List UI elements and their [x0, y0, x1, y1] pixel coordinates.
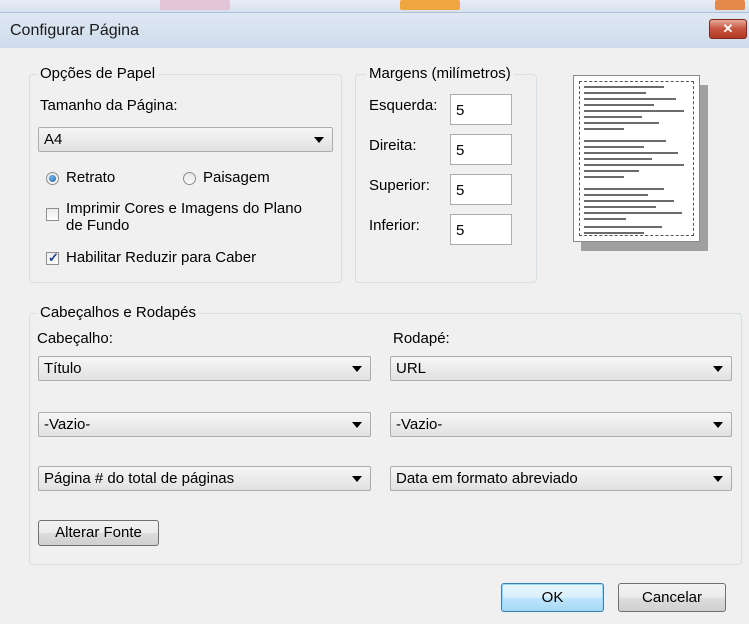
checkmark-icon: ✓ [48, 250, 59, 265]
print-background-checkbox[interactable] [46, 208, 59, 221]
margin-right-input[interactable]: 5 [450, 134, 512, 165]
header-select-2[interactable]: -Vazio- [38, 412, 371, 437]
header-select-1-value: Título [44, 360, 82, 377]
margin-top-value: 5 [456, 182, 465, 199]
close-icon: ✕ [722, 21, 734, 36]
ok-label: OK [541, 589, 564, 606]
footer-select-3[interactable]: Data em formato abreviado [390, 466, 732, 491]
footer-select-1[interactable]: URL [390, 356, 732, 381]
shrink-to-fit-label[interactable]: Habilitar Reduzir para Caber [66, 249, 256, 266]
header-select-3[interactable]: Página # do total de páginas [38, 466, 371, 491]
margin-right-value: 5 [456, 142, 465, 159]
paper-options-legend: Opções de Papel [37, 65, 159, 82]
background-tab [160, 0, 230, 10]
chevron-down-icon [352, 476, 362, 482]
page-preview-icon [573, 75, 700, 242]
margin-right-label: Direita: [369, 137, 417, 154]
footer-select-1-value: URL [396, 360, 427, 377]
margin-left-value: 5 [456, 102, 465, 119]
chevron-down-icon [713, 476, 723, 482]
print-background-label-line2: de Fundo [66, 217, 130, 234]
landscape-radio[interactable] [183, 172, 196, 185]
ok-button[interactable]: OK [501, 583, 604, 612]
margin-top-label: Superior: [369, 177, 430, 194]
portrait-radio[interactable] [46, 172, 59, 185]
margin-bottom-label: Inferior: [369, 217, 420, 234]
change-font-label: Alterar Fonte [55, 524, 142, 541]
footer-label: Rodapé: [393, 330, 450, 347]
close-button[interactable]: ✕ [709, 19, 747, 39]
portrait-label[interactable]: Retrato [66, 169, 115, 186]
margin-top-input[interactable]: 5 [450, 174, 512, 205]
margin-left-label: Esquerda: [369, 97, 438, 114]
print-background-label[interactable]: Imprimir Cores e Imagens do Plano de Fun… [66, 200, 302, 234]
background-window-strip [0, 0, 749, 12]
chevron-down-icon [314, 137, 324, 143]
header-select-1[interactable]: Título [38, 356, 371, 381]
background-highlight [400, 0, 460, 10]
headers-footers-legend: Cabeçalhos e Rodapés [37, 304, 199, 321]
margin-bottom-value: 5 [456, 222, 465, 239]
footer-select-2-value: -Vazio- [396, 416, 443, 433]
dialog-body: Opções de Papel Tamanho da Página: A4 Re… [0, 48, 749, 624]
margin-bottom-input[interactable]: 5 [450, 214, 512, 245]
page-size-label: Tamanho da Página: [40, 97, 178, 114]
change-font-button[interactable]: Alterar Fonte [38, 520, 159, 546]
header-label: Cabeçalho: [37, 330, 113, 347]
title-bar[interactable]: Configurar Página ✕ [0, 12, 749, 48]
window-title: Configurar Página [10, 22, 139, 39]
page-size-select[interactable]: A4 [38, 127, 333, 152]
background-icon [715, 0, 745, 10]
chevron-down-icon [352, 366, 362, 372]
chevron-down-icon [352, 422, 362, 428]
header-select-2-value: -Vazio- [44, 416, 91, 433]
landscape-label[interactable]: Paisagem [203, 169, 270, 186]
chevron-down-icon [713, 422, 723, 428]
margins-legend: Margens (milímetros) [366, 65, 514, 82]
preview-margin-frame [579, 81, 694, 236]
shrink-to-fit-checkbox[interactable]: ✓ [46, 250, 59, 265]
margin-left-input[interactable]: 5 [450, 94, 512, 125]
cancel-label: Cancelar [641, 589, 703, 606]
page-size-value: A4 [44, 131, 63, 148]
footer-select-2[interactable]: -Vazio- [390, 412, 732, 437]
header-select-3-value: Página # do total de páginas [44, 470, 235, 487]
cancel-button[interactable]: Cancelar [618, 583, 726, 612]
chevron-down-icon [713, 366, 723, 372]
print-background-label-line1: Imprimir Cores e Imagens do Plano [66, 200, 302, 217]
footer-select-3-value: Data em formato abreviado [396, 470, 578, 487]
